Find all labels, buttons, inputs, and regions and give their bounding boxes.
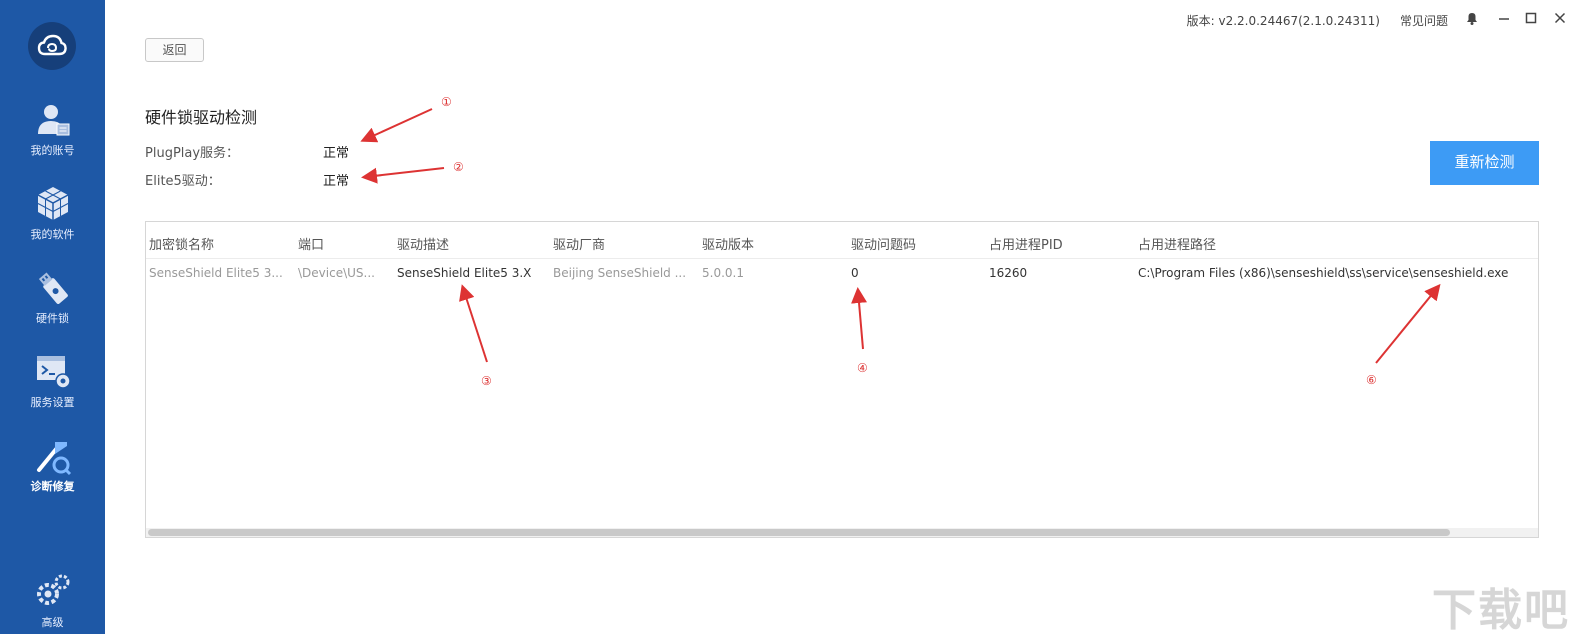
- sidebar-item-advanced[interactable]: 高级: [0, 572, 105, 634]
- sidebar-item-label: 硬件锁: [36, 312, 69, 325]
- table-cell: C:\Program Files (x86)\senseshield\ss\se…: [1138, 266, 1509, 280]
- table-cell: Beijing SenseShield ...: [553, 266, 687, 280]
- faq-link[interactable]: 常见问题: [1400, 12, 1448, 29]
- table-cell: SenseShield Elite5 3.X: [397, 266, 532, 280]
- table-cell: 16260: [989, 266, 1028, 280]
- sidebar: 我的账号 我的软件 硬件锁 服务设置 诊断修复 高级: [0, 0, 105, 634]
- sidebar-item-label: 服务设置: [30, 396, 75, 409]
- annotation-marker: ⑥: [1366, 373, 1377, 387]
- annotation-arrow: [361, 167, 445, 184]
- column-header[interactable]: 驱动描述: [397, 234, 449, 253]
- maximize-icon[interactable]: [1523, 10, 1539, 26]
- annotation-marker: ③: [481, 374, 492, 388]
- scrollbar-thumb[interactable]: [148, 529, 1450, 536]
- sidebar-item-label: 诊断修复: [30, 480, 75, 493]
- annotation-arrow: [360, 108, 433, 143]
- bell-icon[interactable]: [1464, 10, 1480, 26]
- plugplay-service-label: PlugPlay服务：: [145, 146, 240, 161]
- driver-table: 加密锁名称 端口 驱动描述 驱动厂商 驱动版本 驱动问题码 占用进程PID 占用…: [145, 221, 1539, 538]
- column-header[interactable]: 驱动问题码: [851, 234, 916, 253]
- horizontal-scrollbar[interactable]: [146, 528, 1538, 537]
- table-cell: \Device\US...: [298, 266, 375, 280]
- sidebar-item-label: 高级: [41, 616, 64, 629]
- version-text: 版本: v2.2.0.24467(2.1.0.24311): [1186, 14, 1380, 28]
- elite5-driver-label: Elite5驱动：: [145, 174, 221, 189]
- header-divider: [146, 258, 1538, 259]
- close-icon[interactable]: [1552, 10, 1568, 26]
- sidebar-item-dongle[interactable]: 硬件锁: [0, 268, 105, 348]
- minimize-icon[interactable]: [1496, 10, 1512, 26]
- cloud-logo-icon: [28, 22, 76, 70]
- user-account-icon: [33, 100, 73, 140]
- column-header[interactable]: 占用进程路径: [1138, 234, 1216, 253]
- gears-icon: [33, 572, 73, 612]
- back-button[interactable]: 返回: [145, 38, 204, 62]
- column-header[interactable]: 加密锁名称: [149, 234, 214, 253]
- sidebar-item-service-settings[interactable]: 服务设置: [0, 352, 105, 432]
- column-header[interactable]: 占用进程PID: [989, 234, 1063, 253]
- annotation-marker: ②: [453, 160, 464, 174]
- annotation-marker: ①: [441, 95, 452, 109]
- table-cell: 0: [851, 266, 859, 280]
- sidebar-item-software[interactable]: 我的软件: [0, 184, 105, 264]
- wrench-repair-icon: [33, 436, 73, 476]
- annotation-marker: ④: [857, 361, 868, 375]
- page-title: 硬件锁驱动检测: [145, 108, 258, 127]
- elite5-driver-status: 正常: [323, 174, 350, 189]
- sidebar-item-label: 我的软件: [30, 228, 75, 241]
- column-header[interactable]: 端口: [298, 234, 324, 253]
- terminal-gear-icon: [33, 352, 73, 392]
- plugplay-service-status: 正常: [323, 146, 350, 161]
- table-cell: SenseShield Elite5 3...: [149, 266, 283, 280]
- usb-dongle-icon: [33, 268, 73, 308]
- table-cell: 5.0.0.1: [702, 266, 744, 280]
- sidebar-item-diagnose-repair[interactable]: 诊断修复: [0, 436, 105, 516]
- column-header[interactable]: 驱动厂商: [553, 234, 605, 253]
- column-header[interactable]: 驱动版本: [702, 234, 754, 253]
- cube-software-icon: [33, 184, 73, 224]
- sidebar-item-label: 我的账号: [30, 144, 75, 157]
- watermark: 下载吧: [1432, 585, 1570, 634]
- title-bar: 版本: v2.2.0.24467(2.1.0.24311) 常见问题: [105, 0, 1582, 38]
- recheck-button[interactable]: 重新检测: [1430, 141, 1539, 185]
- sidebar-item-account[interactable]: 我的账号: [0, 100, 105, 180]
